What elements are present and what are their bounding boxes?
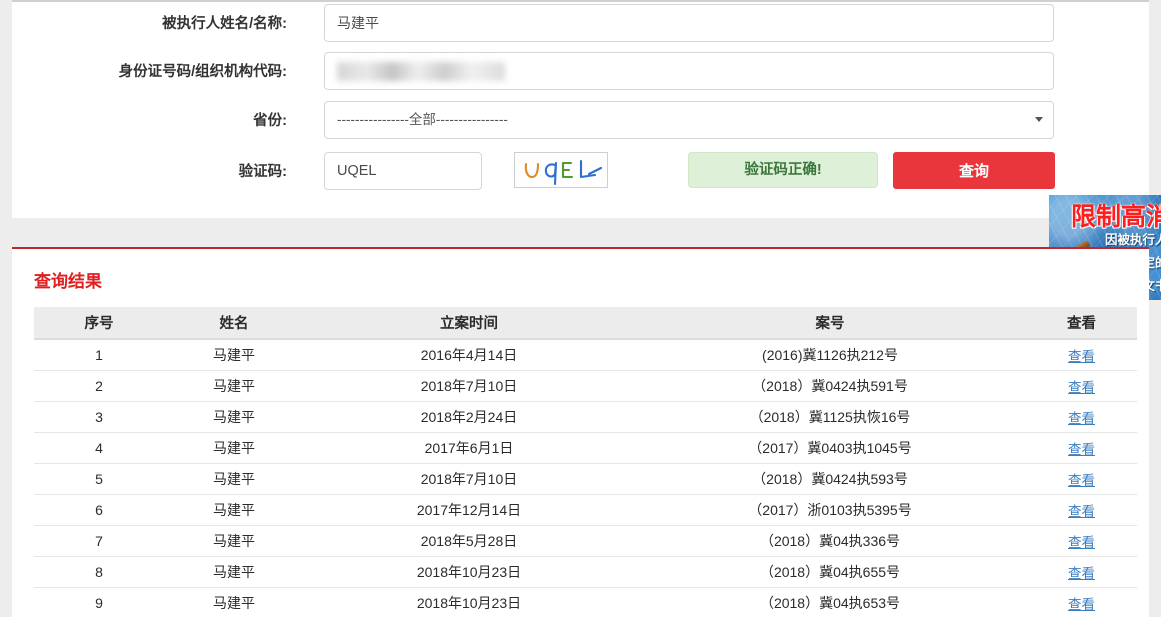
cell-filing-date: 2018年10月23日: [304, 556, 634, 588]
cell-view: 查看: [1026, 556, 1137, 588]
cell-index: 7: [34, 525, 164, 557]
column-header-index: 序号: [34, 307, 164, 340]
cell-name: 马建平: [164, 587, 304, 617]
cell-view: 查看: [1026, 370, 1137, 402]
cell-view: 查看: [1026, 432, 1137, 464]
captcha-status-badge: 验证码正确!: [688, 152, 878, 188]
table-row: 8 马建平 2018年10月23日 （2018）冀04执655号 查看: [34, 556, 1137, 588]
label-province: 省份:: [253, 113, 287, 129]
cell-view: 查看: [1026, 463, 1137, 495]
cell-index: 3: [34, 401, 164, 433]
cell-filing-date: 2018年2月24日: [304, 401, 634, 433]
ad-title: 限制高消: [1071, 202, 1161, 231]
form-row-captcha: 验证码: 验证码正确! 查询: [12, 148, 1149, 194]
cell-case-no: （2017）浙0103执5395号: [634, 494, 1026, 526]
cell-filing-date: 2018年7月10日: [304, 370, 634, 402]
table-row: 5 马建平 2018年7月10日 （2018）冀0424执593号 查看: [34, 463, 1137, 495]
table-header-row: 序号 姓名 立案时间 案号 查看: [34, 307, 1137, 340]
cell-view: 查看: [1026, 494, 1137, 526]
person-name-input[interactable]: [324, 4, 1054, 42]
cell-filing-date: 2018年7月10日: [304, 463, 634, 495]
cell-view: 查看: [1026, 587, 1137, 617]
cell-index: 6: [34, 494, 164, 526]
cell-filing-date: 2016年4月14日: [304, 339, 634, 371]
table-row: 7 马建平 2018年5月28日 （2018）冀04执336号 查看: [34, 525, 1137, 557]
results-table-body: 1 马建平 2016年4月14日 (2016)冀1126执212号 查看 2 马建平 2018…: [34, 339, 1137, 617]
cell-case-no: （2018）冀04执655号: [634, 556, 1026, 588]
label-id-number: 身份证号码/组织机构代码:: [118, 64, 287, 80]
captcha-image[interactable]: [514, 152, 608, 188]
results-panel: 查询结果 序号 姓名 立案时间 案号 查看 1 马建平 2016年4月14日 (201…: [12, 247, 1149, 617]
cell-name: 马建平: [164, 339, 304, 371]
cell-view: 查看: [1026, 401, 1137, 433]
results-table-head: 序号 姓名 立案时间 案号 查看: [34, 307, 1137, 340]
view-detail-link[interactable]: 查看: [1068, 535, 1095, 550]
cell-index: 9: [34, 587, 164, 617]
cell-case-no: （2018）冀0424执593号: [634, 463, 1026, 495]
label-captcha: 验证码:: [238, 164, 287, 180]
cell-case-no: （2018）冀04执653号: [634, 587, 1026, 617]
query-submit-button[interactable]: 查询: [893, 152, 1055, 189]
cell-case-no: （2018）冀04执336号: [634, 525, 1026, 557]
table-row: 2 马建平 2018年7月10日 （2018）冀0424执591号 查看: [34, 370, 1137, 402]
cell-index: 1: [34, 339, 164, 371]
view-detail-link[interactable]: 查看: [1068, 349, 1095, 364]
cell-filing-date: 2017年12月14日: [304, 494, 634, 526]
captcha-input[interactable]: [324, 152, 482, 190]
view-detail-link[interactable]: 查看: [1068, 442, 1095, 457]
results-table: 序号 姓名 立案时间 案号 查看 1 马建平 2016年4月14日 (2016)冀11…: [34, 307, 1137, 617]
cell-view: 查看: [1026, 525, 1137, 557]
cell-name: 马建平: [164, 370, 304, 402]
view-detail-link[interactable]: 查看: [1068, 504, 1095, 519]
table-row: 4 马建平 2017年6月1日 （2017）冀0403执1045号 查看: [34, 432, 1137, 464]
cell-name: 马建平: [164, 556, 304, 588]
form-row-id: 身份证号码/组织机构代码:: [12, 50, 1149, 96]
cell-index: 5: [34, 463, 164, 495]
cell-name: 马建平: [164, 525, 304, 557]
cell-name: 马建平: [164, 401, 304, 433]
cell-case-no: （2017）冀0403执1045号: [634, 432, 1026, 464]
view-detail-link[interactable]: 查看: [1068, 566, 1095, 581]
cell-filing-date: 2018年10月23日: [304, 587, 634, 617]
cell-case-no: (2016)冀1126执212号: [634, 339, 1026, 371]
cell-name: 马建平: [164, 463, 304, 495]
province-selected-value: ----------------全部----------------: [337, 112, 508, 127]
id-number-input[interactable]: [324, 52, 1054, 90]
column-header-view: 查看: [1026, 307, 1137, 340]
cell-index: 8: [34, 556, 164, 588]
view-detail-link[interactable]: 查看: [1068, 411, 1095, 426]
view-detail-link[interactable]: 查看: [1068, 597, 1095, 612]
cell-index: 2: [34, 370, 164, 402]
cell-index: 4: [34, 432, 164, 464]
page-root: 被执行人姓名/名称: 身份证号码/组织机构代码: 省份: -----------…: [0, 0, 1161, 617]
label-person-name: 被执行人姓名/名称:: [162, 16, 287, 32]
chevron-down-icon: [1035, 117, 1043, 122]
redacted-id-value: [337, 62, 505, 81]
cell-name: 马建平: [164, 494, 304, 526]
search-form-panel: 被执行人姓名/名称: 身份证号码/组织机构代码: 省份: -----------…: [12, 0, 1149, 218]
column-header-name: 姓名: [164, 307, 304, 340]
ad-text-line-1: 因被执行人: [1105, 232, 1161, 247]
form-row-province: 省份: ----------------全部----------------: [12, 99, 1149, 145]
view-detail-link[interactable]: 查看: [1068, 473, 1095, 488]
cell-case-no: （2018）冀0424执591号: [634, 370, 1026, 402]
cell-filing-date: 2017年6月1日: [304, 432, 634, 464]
cell-filing-date: 2018年5月28日: [304, 525, 634, 557]
column-header-case: 案号: [634, 307, 1026, 340]
view-detail-link[interactable]: 查看: [1068, 380, 1095, 395]
cell-case-no: （2018）冀1125执恢16号: [634, 401, 1026, 433]
cell-view: 查看: [1026, 339, 1137, 371]
table-row: 9 马建平 2018年10月23日 （2018）冀04执653号 查看: [34, 587, 1137, 617]
cell-name: 马建平: [164, 432, 304, 464]
province-select[interactable]: ----------------全部----------------: [324, 101, 1054, 139]
captcha-glyphs: [524, 159, 603, 186]
table-row: 1 马建平 2016年4月14日 (2016)冀1126执212号 查看: [34, 339, 1137, 371]
results-title: 查询结果: [34, 272, 102, 291]
table-row: 6 马建平 2017年12月14日 （2017）浙0103执5395号 查看: [34, 494, 1137, 526]
table-row: 3 马建平 2018年2月24日 （2018）冀1125执恢16号 查看: [34, 401, 1137, 433]
form-row-name: 被执行人姓名/名称:: [12, 2, 1149, 48]
column-header-date: 立案时间: [304, 307, 634, 340]
